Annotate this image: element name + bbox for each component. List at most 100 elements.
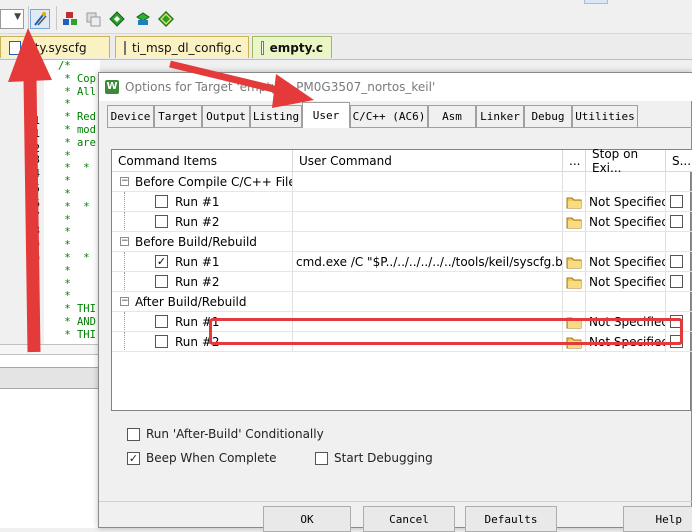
command-cell [293, 292, 563, 312]
user-command-input[interactable] [293, 272, 563, 292]
item-cell: ✓ Run #1 [112, 252, 293, 272]
col-browse[interactable]: ... [563, 150, 586, 172]
tab-debug[interactable]: Debug [524, 105, 572, 127]
user-command-input[interactable] [293, 192, 563, 212]
browse-cell [563, 292, 586, 312]
components-icon [63, 12, 77, 25]
file-icon [9, 40, 21, 55]
browse-button[interactable] [563, 272, 586, 292]
line-number: 14 [27, 168, 40, 180]
code-editor[interactable]: 1 1 12 13 14 15 16 17 18 19 20 21 22 /* * Cop * All … [0, 60, 100, 344]
collapse-icon[interactable]: − [120, 237, 129, 246]
group-row[interactable]: − After Build/Rebuild [112, 292, 692, 312]
run-label: Run #2 [175, 274, 220, 289]
run-checkbox[interactable] [155, 315, 168, 328]
comment-line: * [58, 239, 71, 252]
option-label: Run 'After-Build' Conditionally [146, 427, 324, 441]
target-combo[interactable]: ▼ [0, 9, 24, 29]
command-row[interactable]: ✓ Run #1 cmd.exe /C "$P../../../../../../t… [112, 252, 692, 272]
group-row[interactable]: − Before Compile C/C++ File [112, 172, 692, 192]
comment-line: * [58, 226, 71, 239]
tab-label: empty.c [269, 40, 323, 55]
sync-button[interactable] [156, 9, 176, 29]
defaults-button[interactable]: Defaults [465, 506, 557, 532]
collapse-icon[interactable]: − [120, 177, 129, 186]
comment-line: * * [58, 200, 90, 213]
ok-button[interactable]: OK [263, 506, 351, 532]
tab-device[interactable]: Device [107, 105, 154, 127]
line-number: 19 [27, 239, 40, 251]
tree-line [124, 272, 125, 291]
start-debugging-checkbox[interactable] [315, 451, 328, 465]
tab-listing[interactable]: Listing [250, 105, 302, 127]
tab-empty-c[interactable]: empty.c [252, 36, 332, 58]
cancel-button[interactable]: Cancel [363, 506, 455, 532]
browse-button[interactable] [563, 212, 586, 232]
col-stop-on-exit[interactable]: Stop on Exi... [586, 147, 666, 175]
tab-linker[interactable]: Linker [476, 105, 524, 127]
output-pane-header [0, 367, 110, 389]
s-cell [666, 292, 692, 312]
pack-installer-button[interactable] [107, 9, 127, 29]
after-build-checkbox[interactable] [127, 427, 140, 441]
user-command-input[interactable]: cmd.exe /C "$P../../../../../../tools/ke… [293, 252, 563, 272]
tab-empty-syscfg[interactable]: pty.syscfg [0, 36, 110, 58]
start-debugging-option[interactable]: Start Debugging [315, 451, 433, 465]
s-checkbox[interactable] [670, 215, 683, 228]
s-checkbox[interactable] [670, 195, 683, 208]
group-row[interactable]: − Before Build/Rebuild [112, 232, 692, 252]
tab-asm[interactable]: Asm [428, 105, 476, 127]
beep-when-complete-option[interactable]: ✓ Beep When Complete [127, 451, 277, 465]
pack-icon [136, 12, 150, 25]
keil-icon: W [105, 80, 119, 94]
tab-cpp[interactable]: C/C++ (AC6) [350, 105, 428, 127]
command-cell [293, 172, 563, 192]
tab-ti-msp-dl-config[interactable]: ti_msp_dl_config.c [115, 36, 249, 58]
col-s[interactable]: S... [666, 150, 692, 172]
browse-button[interactable] [563, 192, 586, 212]
line-number: 13 [27, 154, 40, 166]
user-command-input[interactable] [293, 212, 563, 232]
main-toolbar: ▼ [0, 0, 692, 34]
options-for-target-button[interactable] [30, 9, 50, 29]
command-row[interactable]: Run #2 Not Specified [112, 272, 692, 292]
col-user-command[interactable]: User Command [293, 150, 563, 172]
tab-output[interactable]: Output [202, 105, 250, 127]
col-command-items[interactable]: Command Items [112, 150, 293, 172]
collapse-icon[interactable]: − [120, 297, 129, 306]
s-checkbox[interactable] [670, 255, 683, 268]
browse-cell [563, 172, 586, 192]
tab-target[interactable]: Target [154, 105, 202, 127]
comment-line: * Cop [58, 72, 96, 85]
stop-on-exit-select[interactable]: Not Specified [586, 252, 666, 272]
manage-components-button[interactable] [60, 9, 80, 29]
run-checkbox[interactable] [155, 335, 168, 348]
s-cell [666, 232, 692, 252]
line-number: 16 [27, 198, 40, 210]
after-build-conditionally-option[interactable]: Run 'After-Build' Conditionally [127, 427, 324, 441]
line-number: 17 [27, 211, 40, 223]
command-row[interactable]: Run #2 Not Specified [112, 212, 692, 232]
stop-on-exit-select[interactable]: Not Specified [586, 212, 666, 232]
tab-utilities[interactable]: Utilities [572, 105, 638, 127]
run-checkbox[interactable]: ✓ [155, 255, 168, 268]
command-row[interactable]: Run #1 Not Specified [112, 192, 692, 212]
folder-icon [566, 215, 582, 229]
select-pack-button[interactable] [133, 9, 153, 29]
tab-user[interactable]: User [302, 102, 350, 128]
help-button[interactable]: Help [623, 506, 692, 532]
stop-on-exit-select[interactable]: Not Specified [586, 192, 666, 212]
s-checkbox[interactable] [670, 275, 683, 288]
copy-button[interactable] [83, 9, 103, 29]
beep-checkbox[interactable]: ✓ [127, 451, 140, 465]
editor-bottom-edge [0, 344, 110, 354]
browse-cell [563, 232, 586, 252]
run-checkbox[interactable] [155, 275, 168, 288]
browse-button[interactable] [563, 252, 586, 272]
tree-line [124, 332, 125, 351]
run-checkbox[interactable] [155, 215, 168, 228]
option-label: Beep When Complete [146, 451, 277, 465]
run-checkbox[interactable] [155, 195, 168, 208]
toolbar-separator [28, 6, 29, 30]
stop-on-exit-select[interactable]: Not Specified [586, 272, 666, 292]
